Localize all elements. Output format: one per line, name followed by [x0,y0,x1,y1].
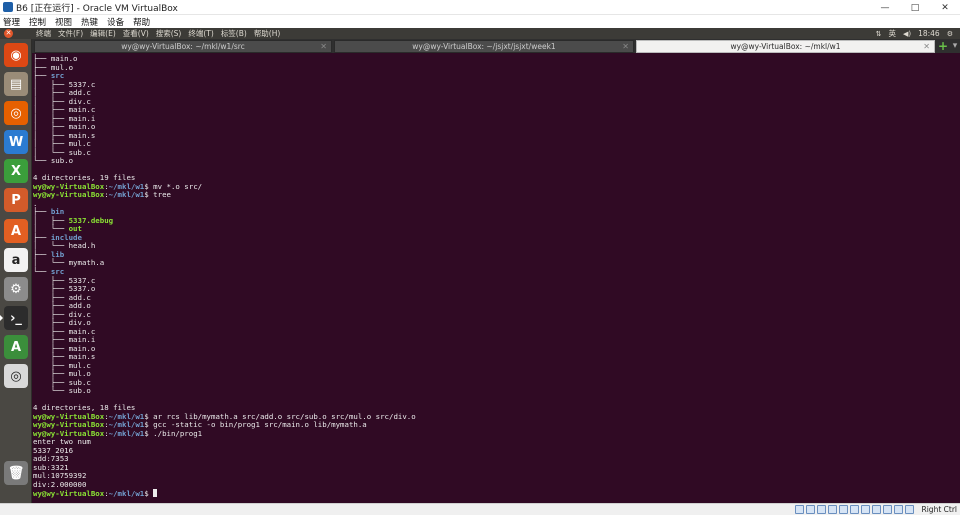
menu-help[interactable]: 帮助 [133,16,150,28]
host-menubar: 管理 控制 视图 热键 设备 帮助 [0,15,960,28]
terminal-segment: mymath.a [68,258,105,268]
tab-close-icon[interactable]: ✕ [923,42,930,51]
menu-tabs[interactable]: 标签(B) [221,28,247,39]
new-tab-icon[interactable]: + [937,40,949,52]
terminal-output[interactable]: ├── main.o ├── mul.o ├── src │ ├── 5337.c │ … [33,53,953,503]
tab-mkl-w1[interactable]: wy@wy-VirtualBox: ~/mkl/w1 ✕ [636,40,935,53]
host-statusbar: Right Ctrl [0,503,960,515]
terminal-segment: $ [144,488,154,498]
optical-drive-icon[interactable] [806,505,815,514]
close-button[interactable]: ✕ [930,0,960,15]
clock[interactable]: 18:46 [918,29,940,38]
terminal-segment: $ ./bin/prog1 [144,428,203,438]
virtualbox-icon [3,2,13,12]
terminal-line: └── sub.o [33,386,91,395]
tab-jsjxt-week1[interactable]: wy@wy-VirtualBox: ~/jsjxt/jsjxt/week1 ✕ [334,40,634,53]
menu-view[interactable]: 视图 [55,16,72,28]
hdd-icon[interactable] [795,505,804,514]
keyboard-icon[interactable] [905,505,914,514]
terminal-segment: ~/mkl/w1 [108,428,145,438]
software-center-icon[interactable]: A [4,219,28,243]
menu-search[interactable]: 搜索(S) [156,28,182,39]
terminal-menubar: 终端 文件(F) 编辑(E) 查看(V) 搜索(S) 终端(T) 标签(B) 帮… [36,28,287,39]
shared-folder-icon[interactable] [850,505,859,514]
menu-help-guest[interactable]: 帮助(H) [254,28,281,39]
terminal-line: └── sub.o [33,156,73,165]
terminal-segment: wy@wy-VirtualBox [33,488,105,498]
files-icon[interactable]: ▤ [4,72,28,96]
terminal-segment: sub.o [68,386,91,396]
usb-icon[interactable] [839,505,848,514]
settings-icon[interactable]: ⚙ [4,277,28,301]
menu-terminal[interactable]: 终端(T) [188,28,213,39]
terminal-line: wy@wy-VirtualBox:~/mkl/w1$ [33,488,158,498]
dash-icon[interactable]: ◉ [4,43,28,67]
display-icon[interactable] [861,505,870,514]
writer-icon[interactable]: W [4,130,28,154]
window-title: B6 [正在运行] - Oracle VM VirtualBox [16,3,178,14]
close-icon[interactable]: ✕ [4,29,13,38]
menu-hotkey[interactable]: 热键 [81,16,98,28]
disc-icon[interactable]: ◎ [4,364,28,388]
host-titlebar: B6 [正在运行] - Oracle VM VirtualBox — □ ✕ [0,0,960,15]
guest-screen: ✕ 终端 文件(F) 编辑(E) 查看(V) 搜索(S) 终端(T) 标签(B)… [0,28,960,503]
tab-close-icon[interactable]: ✕ [622,42,629,51]
menu-file[interactable]: 文件(F) [58,28,83,39]
input-method[interactable]: 英 [888,28,896,39]
terminal-tabbar: wy@wy-VirtualBox: ~/mkl/w1/src ✕ wy@wy-V… [32,39,960,53]
device-status-icons [793,505,914,515]
audio-icon[interactable] [817,505,826,514]
tab-scroll-icon[interactable]: ▾ [950,40,960,52]
firefox-icon[interactable]: ◎ [4,101,28,125]
network-adapter-icon[interactable] [828,505,837,514]
network-icon[interactable]: ⇅ [876,30,882,38]
terminal-segment: sub.o [50,156,74,166]
menu-control[interactable]: 控制 [29,16,46,28]
terminal-segment: ~/mkl/w1 [108,190,145,200]
tab-label: wy@wy-VirtualBox: ~/mkl/w1 [730,42,841,51]
host-key-label: Right Ctrl [921,505,957,514]
trash-icon[interactable]: 🗑 [4,461,28,485]
menu-terminal-app[interactable]: 终端 [36,28,51,39]
terminal-segment: head.h [68,241,96,251]
tab-mkl-w1-src[interactable]: wy@wy-VirtualBox: ~/mkl/w1/src ✕ [34,40,332,53]
calc-icon[interactable]: X [4,159,28,183]
terminal-line: wy@wy-VirtualBox:~/mkl/w1$ tree [33,190,171,199]
launcher: ◉ ▤ ◎ W X P Aa ⚙ ›_ A ◎ 🗑 [0,39,32,503]
terminal-segment: $ tree [144,190,171,200]
terminal-segment: └── [33,386,69,396]
system-tray: ⇅ 英 ◀) 18:46 ⚙ [876,28,960,39]
menu-view-guest[interactable]: 查看(V) [123,28,149,39]
volume-icon[interactable]: ◀) [903,30,911,38]
updater-icon[interactable]: A [4,335,28,359]
terminal-cursor [153,488,158,497]
menu-edit[interactable]: 编辑(E) [90,28,116,39]
cpu-icon[interactable] [883,505,892,514]
impress-icon[interactable]: P [4,188,28,212]
tab-close-icon[interactable]: ✕ [320,42,327,51]
amazon-icon[interactable]: a [4,248,28,272]
video-capture-icon[interactable] [872,505,881,514]
power-icon[interactable]: ⚙ [947,30,953,38]
guest-top-panel: ✕ 终端 文件(F) 编辑(E) 查看(V) 搜索(S) 终端(T) 标签(B)… [0,28,960,39]
maximize-button[interactable]: □ [900,0,930,15]
tab-label: wy@wy-VirtualBox: ~/jsjxt/jsjxt/week1 [412,42,556,51]
window-controls: — □ ✕ [870,0,960,15]
minimize-button[interactable]: — [870,0,900,15]
terminal-segment: ~/mkl/w1 [108,488,145,498]
terminal-segment: └── [33,156,51,166]
menu-devices[interactable]: 设备 [107,16,124,28]
terminal-segment: wy@wy-VirtualBox [33,190,105,200]
mouse-integration-icon[interactable] [894,505,903,514]
terminal-icon[interactable]: ›_ [0,306,28,330]
tab-label: wy@wy-VirtualBox: ~/mkl/w1/src [121,42,245,51]
menu-manage[interactable]: 管理 [3,16,20,28]
